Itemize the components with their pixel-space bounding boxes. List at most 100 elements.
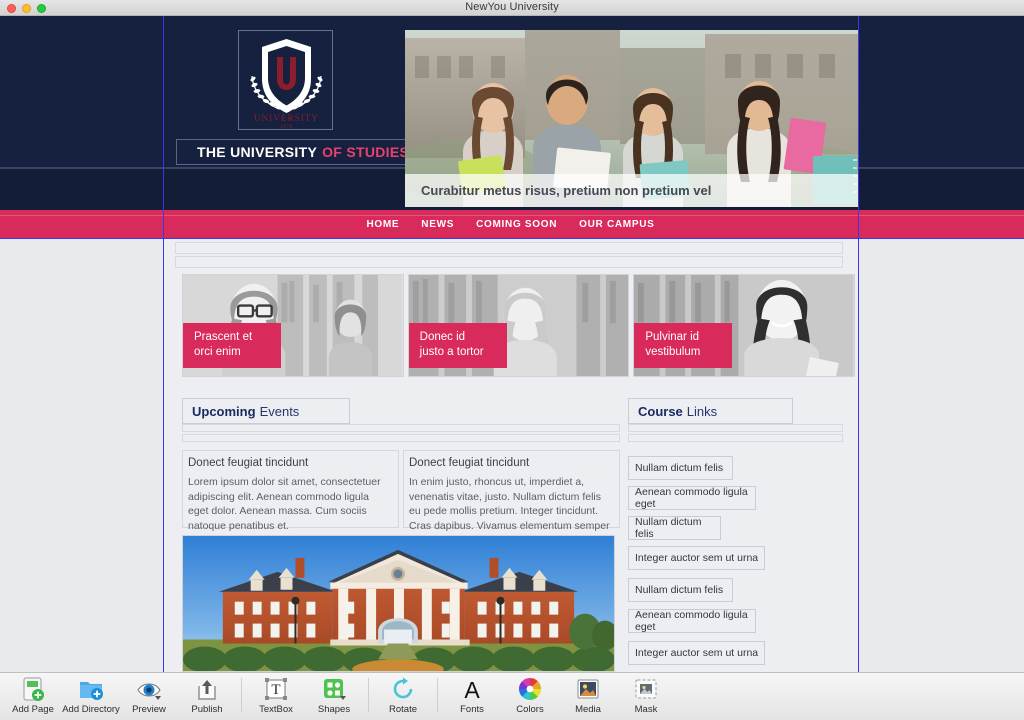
upcoming-events-heading-normal: Events (259, 403, 300, 419)
nav-item-our-campus[interactable]: OUR CAMPUS (579, 219, 654, 230)
toolbar-rotate[interactable]: Rotate (374, 676, 432, 715)
crest-year: 1876 (280, 125, 292, 130)
feature-card-1-line1: Prascent et (194, 331, 253, 343)
event-column-2-subhead: Donect feugiat tincidunt (409, 457, 530, 469)
course-link-2[interactable]: Aenean commodo ligula eget (628, 486, 756, 510)
feature-card-1[interactable]: Prascent et orci enim (182, 274, 404, 377)
course-link-1[interactable]: Nullam dictum felis (628, 456, 733, 480)
toolbar-textbox[interactable]: T TextBox (247, 676, 305, 715)
preview-eye-icon (135, 676, 163, 702)
nav-item-news[interactable]: NEWS (421, 219, 454, 230)
course-links-heading[interactable]: Course Links (628, 398, 793, 424)
toolbar-separator-3 (437, 678, 438, 712)
feature-card-1-line2: orci enim (194, 346, 241, 358)
selection-guide-right[interactable] (858, 16, 859, 672)
crest-name: UNIVERSITY (254, 113, 319, 123)
toolbar-textbox-label: TextBox (259, 704, 293, 715)
shapes-dropdown-caret[interactable] (340, 696, 346, 700)
shapes-icon (320, 676, 348, 702)
media-image-icon (576, 676, 600, 702)
toolbar-publish-label: Publish (191, 704, 223, 715)
event-column-2[interactable]: Donect feugiat tincidunt In enim justo, … (403, 450, 620, 546)
event-column-1[interactable]: Donect feugiat tincidunt Lorem ipsum dol… (182, 450, 399, 532)
toolbar-media-label: Media (575, 704, 601, 715)
events-divider-1[interactable] (182, 424, 620, 432)
nav-item-home[interactable]: HOME (366, 219, 399, 230)
course-link-6[interactable]: Aenean commodo ligula eget (628, 609, 756, 633)
brand-title-primary: THE UNIVERSITY (197, 144, 318, 160)
toolbar-preview[interactable]: Preview (120, 676, 178, 715)
page-content: Prascent et orci enim Donec id justo a t… (163, 238, 858, 672)
toolbar-shapes[interactable]: Shapes (305, 676, 363, 715)
toolbar-shapes-label: Shapes (317, 704, 351, 715)
add-directory-icon (78, 676, 104, 702)
colors-wheel-icon (518, 676, 542, 702)
crest-icon: UNIVERSITY 1876 (250, 39, 323, 130)
brand-title-secondary: OF STUDIES (322, 144, 410, 160)
site-navigation[interactable]: HOME NEWS COMING SOON OUR CAMPUS (163, 210, 858, 238)
rotate-icon (391, 676, 415, 702)
hero-banner[interactable]: Curabitur metus risus, pretium non preti… (405, 30, 858, 207)
hero-caption: Curabitur metus risus, pretium non preti… (405, 174, 858, 207)
toolbar-media[interactable]: Media (559, 676, 617, 715)
events-divider-2[interactable] (182, 434, 620, 442)
toolbar-add-page[interactable]: Add Page (4, 676, 62, 715)
upcoming-events-heading[interactable]: Upcoming Events (182, 398, 350, 424)
course-links-heading-normal: Links (686, 403, 718, 419)
publish-upload-icon (196, 676, 218, 702)
feature-card-3-label: Pulvinar id vestibulum (634, 323, 733, 368)
toolbar-mask-label: Mask (634, 704, 658, 715)
selection-guide-left[interactable] (163, 16, 164, 672)
toolbar-preview-label: Preview (132, 704, 166, 715)
mask-icon (634, 676, 658, 702)
toolbar-add-page-label: Add Page (12, 704, 54, 715)
feature-card-3-line2: vestibulum (645, 346, 701, 358)
svg-text:T: T (271, 682, 280, 698)
toolbar-colors[interactable]: Colors (501, 676, 559, 715)
course-link-7[interactable]: Integer auctor sem ut urna (628, 641, 765, 665)
toolbar-separator-2 (368, 678, 369, 712)
feature-cards: Prascent et orci enim Donec id justo a t… (182, 274, 856, 377)
toolbar-colors-label: Colors (516, 704, 544, 715)
toolbar-publish[interactable]: Publish (178, 676, 236, 715)
course-link-3[interactable]: Nullam dictum felis (628, 516, 721, 540)
course-links-heading-bold: Course (638, 403, 683, 419)
placeholder-row-1[interactable] (175, 242, 843, 254)
course-link-5[interactable]: Nullam dictum felis (628, 578, 733, 602)
fonts-icon: A (461, 676, 483, 702)
courses-divider-1[interactable] (628, 424, 843, 432)
toolbar-fonts[interactable]: A Fonts (443, 676, 501, 715)
preview-dropdown-caret[interactable] (155, 696, 161, 700)
feature-card-2[interactable]: Donec id justo a tortor (407, 274, 630, 377)
hero-caption-text: Curabitur metus risus, pretium non preti… (421, 183, 712, 198)
svg-text:A: A (464, 677, 480, 702)
add-page-icon (21, 676, 45, 702)
placeholder-row-2[interactable] (175, 256, 843, 268)
app-toolbar: Add Page Add Directory Preview Publish T… (0, 672, 1024, 720)
university-crest-logo[interactable]: UNIVERSITY 1876 (238, 30, 333, 130)
feature-card-2-line1: Donec id (419, 331, 466, 343)
toolbar-add-directory-label: Add Directory (62, 704, 120, 715)
toolbar-rotate-label: Rotate (389, 704, 417, 715)
toolbar-separator-1 (241, 678, 242, 712)
feature-card-3[interactable]: Pulvinar id vestibulum (633, 274, 856, 377)
upcoming-events-heading-bold: Upcoming (192, 403, 256, 419)
event-column-1-body: Lorem ipsum dolor sit amet, consectetuer… (188, 476, 381, 532)
feature-card-1-label: Prascent et orci enim (183, 323, 281, 368)
nav-item-coming-soon[interactable]: COMING SOON (476, 219, 557, 230)
course-link-4[interactable]: Integer auctor sem ut urna (628, 546, 765, 570)
textbox-icon: T (263, 676, 289, 702)
toolbar-mask[interactable]: Mask (617, 676, 675, 715)
campus-building-photo[interactable] (182, 535, 615, 672)
selection-guide-top[interactable] (0, 238, 1024, 239)
feature-card-2-label: Donec id justo a tortor (408, 323, 507, 368)
courses-divider-2[interactable] (628, 434, 843, 442)
building-illustration (183, 536, 614, 671)
event-column-1-subhead: Donect feugiat tincidunt (188, 457, 309, 469)
feature-card-3-line1: Pulvinar id (645, 331, 700, 343)
toolbar-fonts-label: Fonts (460, 704, 484, 715)
editor-workspace: UNIVERSITY 1876 THE UNIVERSITY OF STUDIE… (0, 16, 1024, 672)
toolbar-add-directory[interactable]: Add Directory (62, 676, 120, 715)
feature-card-2-line2: justo a tortor (419, 346, 484, 358)
window-titlebar: NewYou University (0, 0, 1024, 16)
